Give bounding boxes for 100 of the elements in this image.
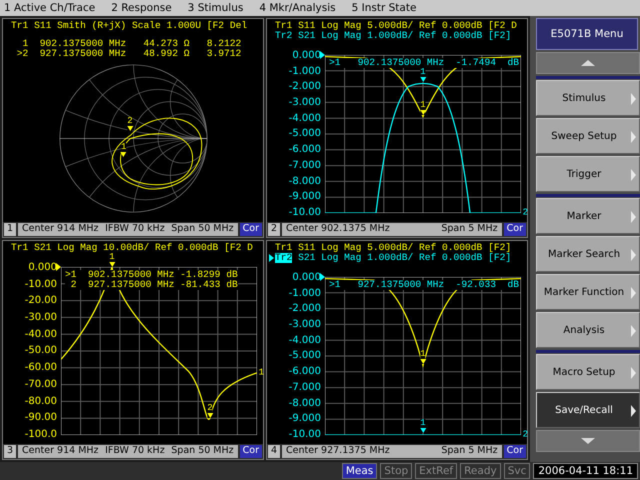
- channel-number: 2: [268, 223, 280, 236]
- axis-label: -50.00: [24, 345, 57, 356]
- axis-label: -1.000: [288, 288, 321, 299]
- axis-label: -6.000: [288, 366, 321, 378]
- trace-name[interactable]: Tr2: [275, 31, 292, 41]
- channel-setting: Center 914 MHz: [22, 445, 99, 458]
- status-indicator: Ready: [460, 463, 501, 479]
- marker-flag: 1: [420, 68, 426, 82]
- trace-name[interactable]: Tr1: [275, 21, 292, 31]
- menu-item[interactable]: 5 Instr State: [352, 2, 416, 14]
- channel-setting: Span 50 MHz: [171, 445, 234, 458]
- softkey-button[interactable]: Marker Search: [536, 236, 640, 272]
- axis-label: -60.00: [24, 362, 57, 374]
- marker-flag: 2: [127, 116, 133, 131]
- trace-end-label: 2: [522, 208, 528, 218]
- axis-label: -90.00: [24, 412, 57, 424]
- marker-readout: >2 927.1375000 MHz 48.992 Ω 3.9712: [16, 49, 242, 59]
- axis-label: -3.000: [288, 97, 321, 108]
- menu-item[interactable]: 2 Response: [111, 2, 172, 14]
- trace-name[interactable]: Tr1: [11, 21, 28, 31]
- trace-end-label: 2: [522, 430, 528, 440]
- axis-label: -7.000: [288, 382, 321, 393]
- correction-badge: Cor: [504, 223, 526, 236]
- trace-name[interactable]: Tr1: [11, 243, 28, 253]
- axis-label: -80.00: [24, 396, 57, 406]
- softkey-button[interactable]: Save/Recall: [536, 392, 640, 428]
- submenu-arrow-icon: [631, 325, 636, 337]
- softkey-button[interactable]: Sweep Setup: [536, 118, 640, 154]
- axis-label: -8.000: [288, 176, 321, 186]
- marker-flag: 1: [420, 101, 426, 116]
- status-indicator: ExtRef: [415, 463, 458, 479]
- marker-flag: 1: [120, 143, 126, 158]
- status-indicator: Svc: [504, 463, 530, 479]
- channel-setting: IFBW 70 kHz: [105, 223, 165, 236]
- softkey-button[interactable]: Stimulus: [536, 80, 640, 116]
- axis-label: -2.000: [288, 81, 321, 92]
- axis-label: -7.000: [288, 160, 321, 171]
- softkey-button[interactable]: Marker Function: [536, 274, 640, 310]
- axis-label: -70.00: [24, 378, 57, 390]
- status-indicator: Stop: [380, 463, 412, 479]
- axis-label: 0.000: [28, 262, 57, 273]
- softkey-button[interactable]: Macro Setup: [536, 354, 640, 390]
- axis-label: -9.000: [288, 413, 321, 424]
- softkey-button[interactable]: Marker: [536, 198, 640, 234]
- marker-readout: 2 927.1375000 MHz -81.433 dB: [70, 280, 238, 290]
- trace-setting: S11 Smith (R+jX) Scale 1.000U [F2 Del: [34, 21, 248, 31]
- axis-label: -10.00: [24, 278, 57, 290]
- channel-setting: Center 927.1375 MHz: [286, 445, 390, 458]
- channel-setting: Span 50 MHz: [171, 223, 234, 236]
- marker-readout: >1 902.1375000 MHz -1.8299 dB: [65, 270, 238, 280]
- trace-setting: S21 Log Mag 1.000dB/ Ref 0.000dB [F2]: [298, 253, 512, 263]
- axis-label: -20.00: [24, 295, 57, 306]
- status-indicator: Meas: [342, 463, 378, 479]
- marker-readout: >1 927.1375000 MHz -92.033 dB: [329, 280, 519, 290]
- axis-label: -10.00: [288, 206, 321, 218]
- scroll-down-button[interactable]: [536, 430, 640, 452]
- axis-label: 0.000: [292, 50, 321, 61]
- correction-badge: Cor: [240, 445, 262, 458]
- axis-label: -6.000: [288, 144, 321, 156]
- channel-setting: Span 5 MHz: [441, 445, 498, 458]
- axis-label: -4.000: [288, 334, 321, 346]
- marker-flag: 1: [420, 419, 426, 434]
- trace-name[interactable]: Tr1: [275, 243, 292, 253]
- axis-label: -2.000: [288, 303, 321, 314]
- trace-setting: S11 Log Mag 5.000dB/ Ref 0.000dB [F2 D: [298, 21, 517, 31]
- submenu-arrow-icon: [631, 131, 636, 143]
- channel-setting: Span 5 MHz: [441, 223, 498, 236]
- axis-label: -4.000: [288, 112, 321, 124]
- axis-label: -9.000: [288, 191, 321, 202]
- submenu-arrow-icon: [631, 93, 636, 105]
- date-time: 2006-04-11 18:11: [533, 463, 638, 479]
- axis-label: -3.000: [288, 319, 321, 330]
- marker-flag: 1: [109, 253, 115, 267]
- marker-readout: 1 902.1375000 MHz 44.273 Ω 8.2122: [22, 39, 242, 49]
- softkey-button[interactable]: Trigger: [536, 156, 640, 192]
- trace-end-label: 1: [258, 368, 264, 378]
- menu-item[interactable]: 4 Mkr/Analysis: [259, 2, 336, 14]
- marker-flag: 1: [420, 350, 426, 364]
- trace-name[interactable]: Tr2: [275, 253, 292, 263]
- scroll-up-button[interactable]: [536, 52, 640, 74]
- submenu-arrow-icon: [631, 287, 636, 299]
- correction-badge: Cor: [240, 223, 262, 236]
- up-arrow-icon: [581, 60, 595, 66]
- trace-setting: S21 Log Mag 1.000dB/ Ref 0.000dB [F2]: [298, 31, 512, 41]
- channel-setting: Center 914 MHz: [22, 223, 99, 236]
- channel-number: 3: [4, 445, 16, 458]
- submenu-arrow-icon: [631, 367, 636, 379]
- channel-number: 1: [4, 223, 16, 236]
- submenu-arrow-icon: [631, 169, 636, 181]
- marker-flag: 2: [207, 404, 213, 418]
- softkey-button[interactable]: Analysis: [536, 312, 640, 348]
- axis-label: -5.000: [288, 350, 321, 362]
- submenu-arrow-icon: [631, 249, 636, 261]
- trace-setting: S11 Log Mag 5.000dB/ Ref 0.000dB [F2]: [298, 243, 512, 253]
- channel-setting: Center 902.1375 MHz: [286, 223, 390, 236]
- menu-item[interactable]: 1 Active Ch/Trace: [4, 2, 96, 14]
- correction-badge: Cor: [504, 445, 526, 458]
- menu-item[interactable]: 3 Stimulus: [188, 2, 244, 14]
- down-arrow-icon: [581, 438, 595, 444]
- submenu-arrow-icon: [631, 405, 636, 417]
